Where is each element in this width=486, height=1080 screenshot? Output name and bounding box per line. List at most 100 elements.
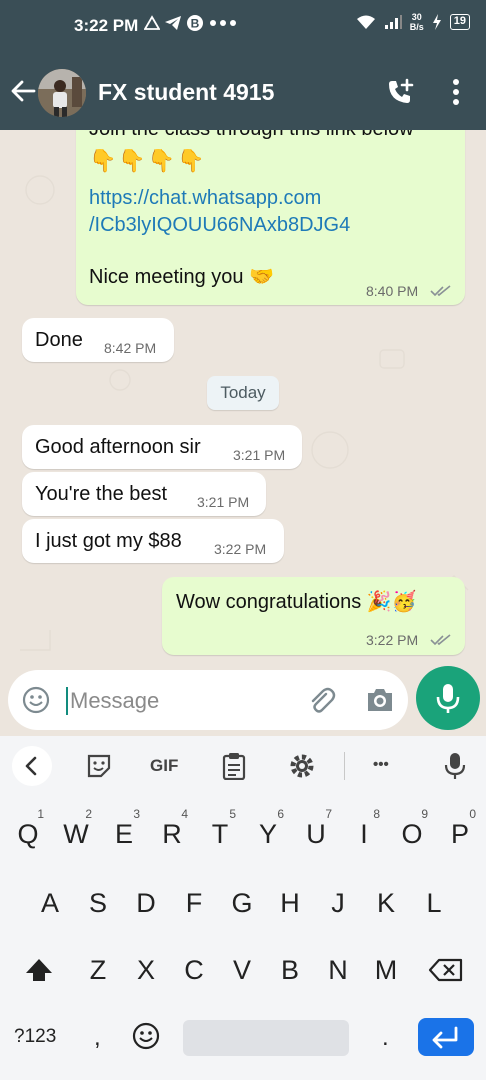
key-t[interactable]: 5T <box>198 806 242 862</box>
avatar-photo <box>38 69 86 117</box>
chat-area[interactable]: Join the class through this link below 👇… <box>0 130 486 666</box>
backspace-icon[interactable] <box>428 958 464 982</box>
battery-level: 19 <box>449 14 470 30</box>
key-m[interactable]: M <box>364 942 408 998</box>
attach-icon[interactable] <box>306 685 336 715</box>
enter-key[interactable] <box>418 1018 474 1056</box>
key-number-hint: 6 <box>277 807 284 821</box>
microphone-icon <box>436 684 460 713</box>
signal-icon <box>384 15 402 29</box>
charging-icon <box>432 14 441 30</box>
clipboard-icon[interactable] <box>222 752 246 780</box>
message-input[interactable]: Message <box>8 670 408 730</box>
emoji-icon[interactable] <box>22 686 50 714</box>
emoji-key-icon[interactable] <box>132 1022 160 1050</box>
message-text: I just got my $88 <box>35 530 182 552</box>
keyboard-toolbar: GIF ••• <box>0 736 486 796</box>
key-b[interactable]: B <box>268 942 312 998</box>
add-call-icon[interactable] <box>386 78 414 106</box>
key-x[interactable]: X <box>124 942 168 998</box>
key-number-hint: 1 <box>37 807 44 821</box>
more-options-icon[interactable] <box>446 78 466 106</box>
message-time: 3:22 PM <box>366 632 419 648</box>
contact-name[interactable]: FX student 4915 <box>98 79 274 106</box>
message-text: Good afternoon sir <box>35 436 201 458</box>
settings-gear-icon[interactable] <box>288 752 316 780</box>
key-w[interactable]: 2W <box>54 806 98 862</box>
key-number-hint: 3 <box>133 807 140 821</box>
key-c[interactable]: C <box>172 942 216 998</box>
svg-text:B: B <box>191 17 200 31</box>
voice-record-button[interactable] <box>416 666 480 730</box>
on-screen-keyboard: GIF ••• ?123 , . 1Q2W3E4R5T6Y7U8I9O0PASD… <box>0 736 486 1080</box>
key-label: Q <box>17 819 39 849</box>
back-arrow-icon[interactable] <box>10 78 36 104</box>
bitcoin-icon: B <box>187 15 203 31</box>
message-time: 3:21 PM <box>233 447 286 463</box>
incoming-message[interactable]: Good afternoon sir 3:21 PM <box>22 425 302 469</box>
message-text: Wow congratulations 🎉🥳 <box>176 591 417 613</box>
symbols-key[interactable]: ?123 <box>14 1026 56 1048</box>
comma-key[interactable]: , <box>94 1024 101 1052</box>
status-bar: 3:22 PM B 30 B/s 19 <box>0 0 486 56</box>
key-label: W <box>63 819 89 849</box>
key-number-hint: 2 <box>85 807 92 821</box>
key-n[interactable]: N <box>316 942 360 998</box>
message-text: Nice meeting you 🤝 <box>89 266 274 288</box>
double-check-icon <box>430 285 451 297</box>
double-check-icon <box>430 634 451 646</box>
key-v[interactable]: V <box>220 942 264 998</box>
key-f[interactable]: F <box>172 875 216 931</box>
date-divider: Today <box>207 376 279 410</box>
text-cursor <box>66 687 68 715</box>
key-number-hint: 8 <box>373 807 380 821</box>
key-g[interactable]: G <box>220 875 264 931</box>
incoming-message[interactable]: You're the best 3:21 PM <box>22 472 266 516</box>
sticker-icon[interactable] <box>86 752 112 780</box>
voice-input-icon[interactable] <box>444 752 466 780</box>
shift-icon[interactable] <box>24 956 54 984</box>
key-o[interactable]: 9O <box>390 806 434 862</box>
key-l[interactable]: L <box>412 875 456 931</box>
key-number-hint: 4 <box>181 807 188 821</box>
status-system-icons: 30 B/s 19 <box>356 12 470 32</box>
key-j[interactable]: J <box>316 875 360 931</box>
chevron-left-icon <box>25 756 37 776</box>
key-u[interactable]: 7U <box>294 806 338 862</box>
status-time: 3:22 PM <box>74 16 139 35</box>
period-key[interactable]: . <box>382 1024 389 1052</box>
key-a[interactable]: A <box>28 875 72 931</box>
key-q[interactable]: 1Q <box>6 806 50 862</box>
key-e[interactable]: 3E <box>102 806 146 862</box>
gif-button[interactable]: GIF <box>150 756 178 784</box>
key-d[interactable]: D <box>124 875 168 931</box>
outgoing-message[interactable]: Wow congratulations 🎉🥳 3:22 PM <box>162 577 465 655</box>
key-p[interactable]: 0P <box>438 806 482 862</box>
space-bar[interactable] <box>183 1020 349 1056</box>
key-y[interactable]: 6Y <box>246 806 290 862</box>
camera-icon[interactable] <box>366 687 394 713</box>
key-i[interactable]: 8I <box>342 806 386 862</box>
key-label: O <box>401 819 423 849</box>
status-notification-icons: B <box>144 14 238 32</box>
incoming-message[interactable]: Done 8:42 PM <box>22 318 174 362</box>
key-number-hint: 0 <box>469 807 476 821</box>
key-k[interactable]: K <box>364 875 408 931</box>
key-h[interactable]: H <box>268 875 312 931</box>
chat-header: FX student 4915 <box>0 56 486 130</box>
key-r[interactable]: 4R <box>150 806 194 862</box>
toolbar-divider <box>344 752 345 780</box>
more-notifications-icon <box>210 20 236 26</box>
outgoing-message[interactable]: Join the class through this link below 👇… <box>76 130 465 305</box>
key-number-hint: 9 <box>421 807 428 821</box>
key-z[interactable]: Z <box>76 942 120 998</box>
invite-link[interactable]: https://chat.whatsapp.com /ICb3lyIQOUU66… <box>89 185 350 239</box>
alert-triangle-icon <box>144 15 160 30</box>
incoming-message[interactable]: I just got my $88 3:22 PM <box>22 519 284 563</box>
more-tools-button[interactable]: ••• <box>373 756 389 784</box>
keyboard-collapse-button[interactable] <box>12 746 52 786</box>
enter-arrow-icon <box>432 1026 458 1049</box>
message-text: Join the class through this link below <box>89 130 414 141</box>
avatar[interactable] <box>38 69 86 117</box>
key-s[interactable]: S <box>76 875 120 931</box>
